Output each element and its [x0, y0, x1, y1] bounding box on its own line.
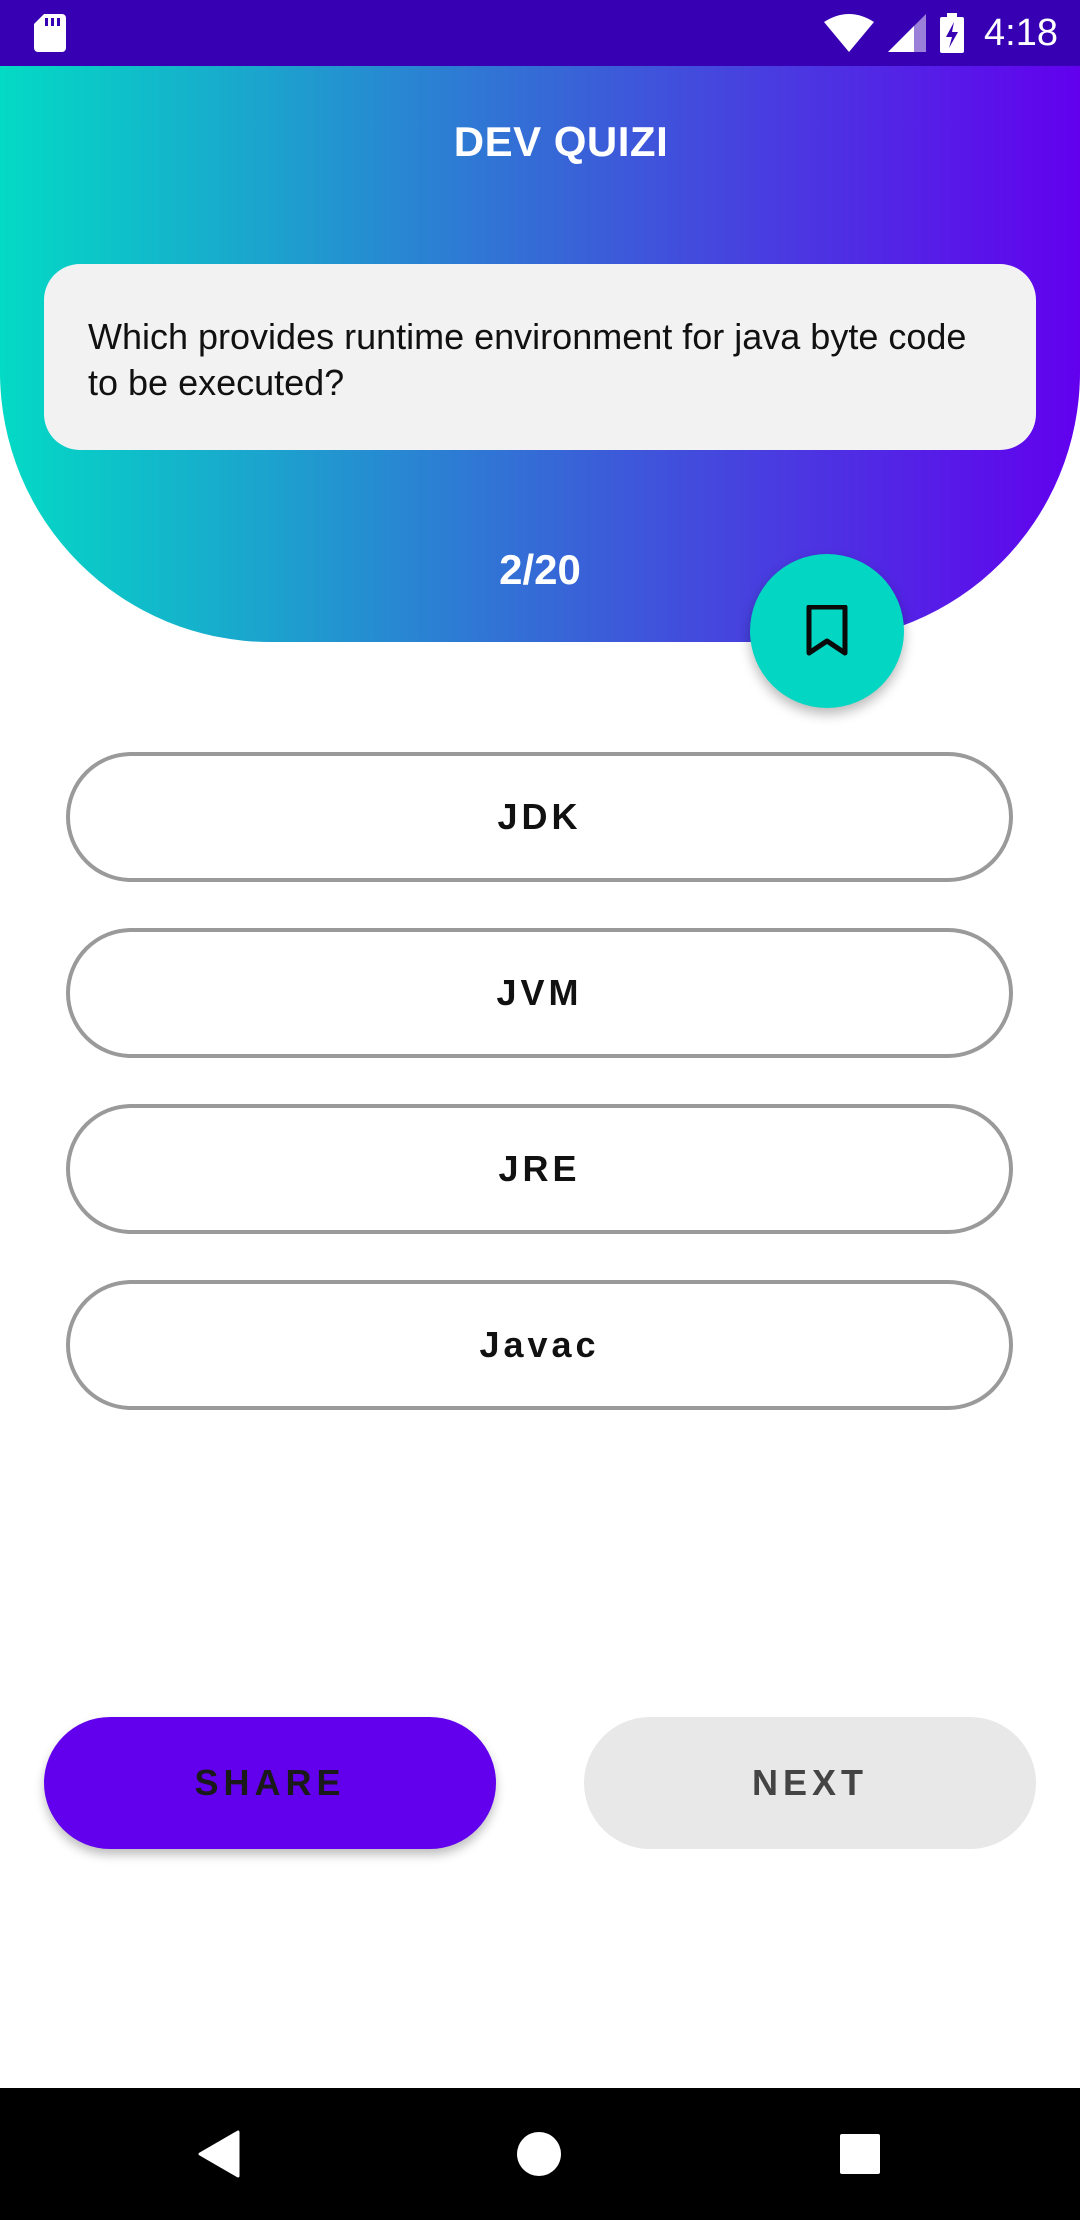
cell-signal-icon	[888, 14, 927, 52]
option-label: JDK	[497, 796, 582, 837]
wifi-icon	[824, 14, 875, 52]
status-time: 4:18	[984, 11, 1058, 54]
option-label: Javac	[479, 1324, 600, 1365]
quiz-header: DEV QUIZI Which provides runtime environ…	[0, 66, 1080, 642]
next-button[interactable]: NEXT	[584, 1717, 1036, 1849]
recents-icon	[840, 2134, 880, 2174]
question-card: Which provides runtime environment for j…	[44, 264, 1036, 450]
app-title: DEV QUIZI	[453, 118, 669, 165]
option-button-1[interactable]: JDK	[66, 752, 1013, 882]
home-button[interactable]	[479, 2088, 599, 2220]
battery-charging-icon	[940, 13, 965, 53]
back-icon	[198, 2130, 240, 2178]
next-label: NEXT	[751, 1762, 868, 1803]
option-label: JVM	[496, 972, 583, 1013]
bookmark-button[interactable]	[750, 554, 904, 708]
home-icon	[517, 2132, 561, 2176]
option-button-3[interactable]: JRE	[66, 1104, 1013, 1234]
question-progress: 2/20	[499, 546, 581, 593]
option-label: JRE	[498, 1148, 581, 1189]
back-button[interactable]	[160, 2088, 280, 2220]
recents-button[interactable]	[800, 2088, 920, 2220]
share-label: SHARE	[194, 1762, 346, 1803]
bookmark-icon	[806, 605, 848, 656]
share-button[interactable]: SHARE	[44, 1717, 496, 1849]
option-button-4[interactable]: Javac	[66, 1280, 1013, 1410]
navigation-bar	[0, 2088, 1080, 2220]
option-button-2[interactable]: JVM	[66, 928, 1013, 1058]
question-text: Which provides runtime environment for j…	[88, 316, 967, 403]
sd-card-icon	[34, 14, 66, 52]
status-bar: 4:18	[0, 0, 1080, 66]
